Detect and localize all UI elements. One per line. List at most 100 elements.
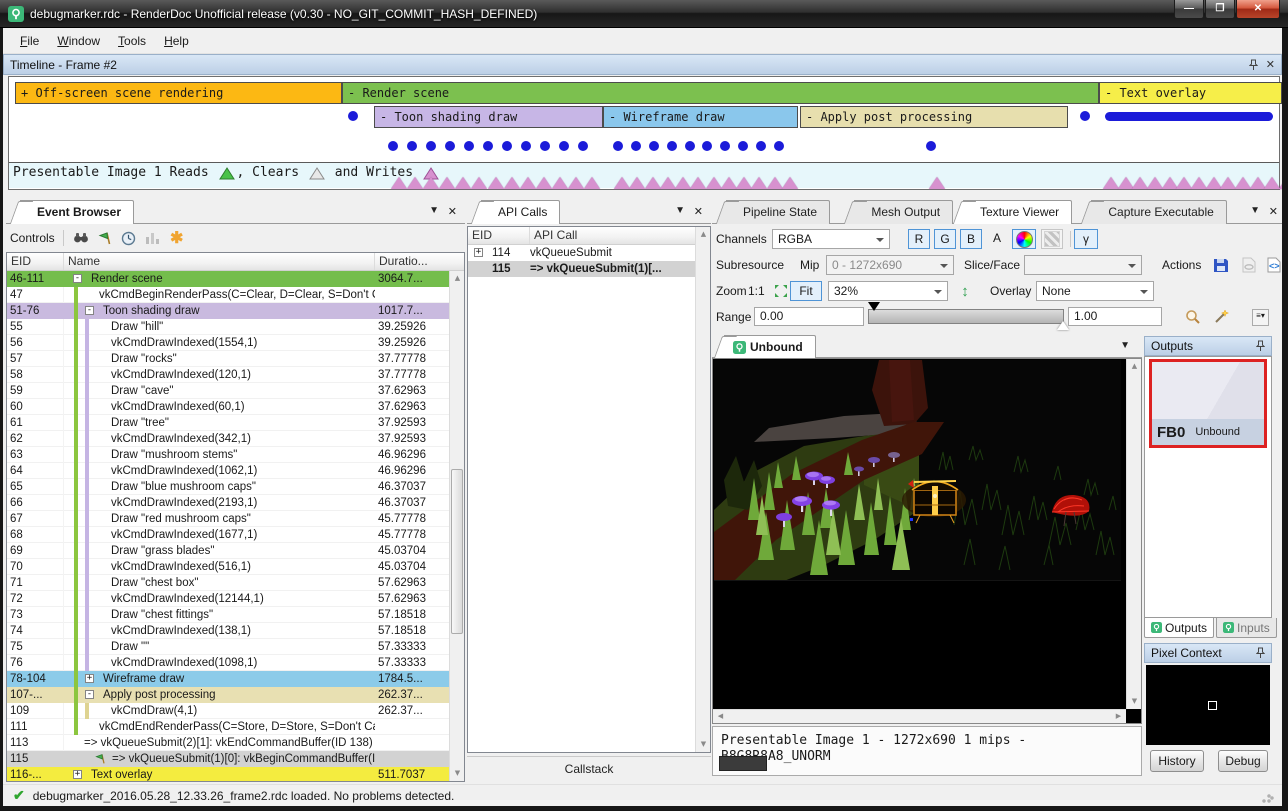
maximize-button[interactable]: ❐ — [1205, 0, 1235, 19]
tab-unbound-texture[interactable]: Unbound — [724, 335, 816, 358]
open-code-icon[interactable]: <> — [1264, 255, 1284, 275]
range-black-point-handle[interactable] — [868, 302, 880, 311]
event-row[interactable]: 62vkCmdDrawIndexed(342,1)37.92593 — [7, 431, 449, 447]
bookmark-icon[interactable]: ✱ — [168, 229, 186, 247]
column-name[interactable]: Name — [64, 253, 375, 270]
tab-texture-viewer[interactable]: Texture Viewer — [963, 200, 1072, 224]
draw-event-dot[interactable] — [483, 141, 493, 151]
event-browser-menu-arrow-icon[interactable]: ▼ — [429, 205, 439, 216]
event-row[interactable]: 113=> vkQueueSubmit(2)[1]: vkEndCommandB… — [7, 735, 449, 751]
scroll-left-icon[interactable]: ◀ — [713, 709, 728, 724]
tab-event-browser[interactable]: Event Browser — [20, 200, 134, 224]
expand-toggle-icon[interactable]: + — [85, 674, 94, 683]
api-calls-vscrollbar[interactable]: ▲ ▼ — [695, 227, 710, 752]
flag-icon[interactable] — [96, 229, 114, 247]
find-icon[interactable] — [72, 229, 90, 247]
draw-event-dot[interactable] — [464, 141, 474, 151]
timeline-body[interactable]: Presentable Image 1 Reads , Clears and W… — [8, 76, 1280, 190]
checker-button[interactable] — [1041, 229, 1063, 249]
scroll-down-icon[interactable]: ▼ — [696, 737, 711, 752]
fb0-thumbnail[interactable]: FB0 Unbound — [1149, 359, 1267, 448]
draw-events-pill[interactable] — [1105, 112, 1273, 121]
draw-event-dot[interactable] — [613, 141, 623, 151]
autofit-wand-icon[interactable] — [1210, 307, 1232, 327]
event-row[interactable]: 75Draw ""57.33333 — [7, 639, 449, 655]
event-row[interactable]: 47vkCmdBeginRenderPass(C=Clear, D=Clear,… — [7, 287, 449, 303]
event-row[interactable]: 109vkCmdDraw(4,1)262.37... — [7, 703, 449, 719]
draw-event-dot[interactable] — [702, 141, 712, 151]
event-row[interactable]: 66vkCmdDrawIndexed(2193,1)46.37037 — [7, 495, 449, 511]
range-slider[interactable] — [868, 309, 1064, 324]
right-menu-arrow-icon[interactable]: ▼ — [1250, 205, 1260, 216]
event-row[interactable]: 111vkCmdEndRenderPass(C=Store, D=Store, … — [7, 719, 449, 735]
event-row[interactable]: 72vkCmdDrawIndexed(12144,1)57.62963 — [7, 591, 449, 607]
callstack-section[interactable]: Callstack — [467, 756, 711, 782]
gamma-button[interactable]: γ — [1074, 229, 1098, 249]
expand-toggle-icon[interactable]: + — [73, 770, 82, 779]
event-row[interactable]: 55Draw "hill"39.25926 — [7, 319, 449, 335]
event-row[interactable]: 60vkCmdDrawIndexed(60,1)37.62963 — [7, 399, 449, 415]
scroll-up-icon[interactable]: ▲ — [1127, 359, 1142, 374]
slice-face-select[interactable] — [1024, 255, 1142, 275]
mip-select[interactable]: 0 - 1272x690 — [826, 255, 954, 275]
fit-button[interactable]: Fit — [790, 281, 822, 301]
menu-tools[interactable]: Tools — [109, 31, 155, 51]
draw-event-dot[interactable] — [388, 141, 398, 151]
channel-a-button[interactable]: A — [986, 229, 1008, 249]
event-browser-vscrollbar[interactable]: ▲ ▼ — [449, 271, 464, 781]
tab-pipeline-state[interactable]: Pipeline State — [726, 200, 830, 224]
right-close-icon[interactable]: ✕ — [1269, 205, 1278, 218]
timeline-bar-text-overlay[interactable]: - Text overlay — [1099, 82, 1282, 104]
api-call-row[interactable]: +114vkQueueSubmit — [468, 245, 710, 261]
event-row[interactable]: 57Draw "rocks"37.77778 — [7, 351, 449, 367]
channel-r-button[interactable]: R — [908, 229, 930, 249]
draw-event-dot[interactable] — [631, 141, 641, 151]
pixel-context-view[interactable] — [1146, 665, 1270, 745]
save-icon[interactable] — [1210, 255, 1232, 275]
colorwheel-button[interactable] — [1012, 229, 1036, 249]
event-row[interactable]: 58vkCmdDrawIndexed(120,1)37.77778 — [7, 367, 449, 383]
column-api-call[interactable]: API Call — [530, 227, 710, 244]
draw-event-dot[interactable] — [926, 141, 936, 151]
scroll-right-icon[interactable]: ▶ — [1111, 709, 1126, 724]
scroll-up-icon[interactable]: ▲ — [450, 271, 465, 286]
event-row[interactable]: 76vkCmdDrawIndexed(1098,1)57.33333 — [7, 655, 449, 671]
draw-event-dot[interactable] — [426, 141, 436, 151]
tab-capture-executable[interactable]: Capture Executable — [1091, 200, 1226, 224]
column-duration[interactable]: Duratio... — [375, 253, 450, 270]
tab-inputs[interactable]: Inputs — [1216, 618, 1277, 638]
event-row[interactable]: 116-...+Text overlay511.7037 — [7, 767, 449, 781]
debug-button[interactable]: Debug — [1218, 750, 1268, 772]
scroll-thumb[interactable] — [451, 469, 463, 634]
channel-g-button[interactable]: G — [934, 229, 956, 249]
menu-file[interactable]: File — [11, 31, 48, 51]
range-max-input[interactable]: 1.00 — [1068, 307, 1162, 326]
menu-window[interactable]: Window — [48, 31, 109, 51]
event-row[interactable]: 68vkCmdDrawIndexed(1677,1)45.77778 — [7, 527, 449, 543]
api-call-row[interactable]: 115=> vkQueueSubmit(1)[... — [468, 261, 710, 277]
event-row[interactable]: 115=> vkQueueSubmit(1)[0]: vkBeginComman… — [7, 751, 449, 767]
event-row[interactable]: 69Draw "grass blades"45.03704 — [7, 543, 449, 559]
event-row[interactable]: 64vkCmdDrawIndexed(1062,1)46.96296 — [7, 463, 449, 479]
pin-icon[interactable] — [1256, 340, 1265, 352]
scroll-up-icon[interactable]: ▲ — [696, 227, 711, 242]
timeline-bar-wireframe-draw[interactable]: - Wireframe draw — [603, 106, 798, 128]
pin-icon[interactable] — [1249, 59, 1258, 71]
event-row[interactable]: 46-111-Render scene3064.7... — [7, 271, 449, 287]
draw-event-dot[interactable] — [649, 141, 659, 151]
zoom-range-icon[interactable] — [1182, 307, 1204, 327]
draw-event-dot[interactable] — [756, 141, 766, 151]
timeline-bar-toon-shading-draw[interactable]: - Toon shading draw — [374, 106, 603, 128]
close-button[interactable]: ✕ — [1236, 0, 1280, 19]
expand-toggle-icon[interactable]: + — [474, 248, 483, 257]
channel-b-button[interactable]: B — [960, 229, 982, 249]
expand-toggle-icon[interactable]: - — [85, 306, 94, 315]
flip-y-icon[interactable]: ↕ — [954, 281, 976, 301]
expand-toggle-icon[interactable]: - — [85, 690, 94, 699]
timeline-bar-render-scene[interactable]: - Render scene — [342, 82, 1099, 104]
toolbar-overflow-button[interactable]: ≡▾ — [1252, 309, 1269, 326]
event-row[interactable]: 74vkCmdDrawIndexed(138,1)57.18518 — [7, 623, 449, 639]
expand-arrows-icon[interactable] — [770, 281, 792, 301]
scroll-down-icon[interactable]: ▼ — [1127, 694, 1142, 709]
timeline-bar-apply-post-processing[interactable]: - Apply post processing — [800, 106, 1068, 128]
